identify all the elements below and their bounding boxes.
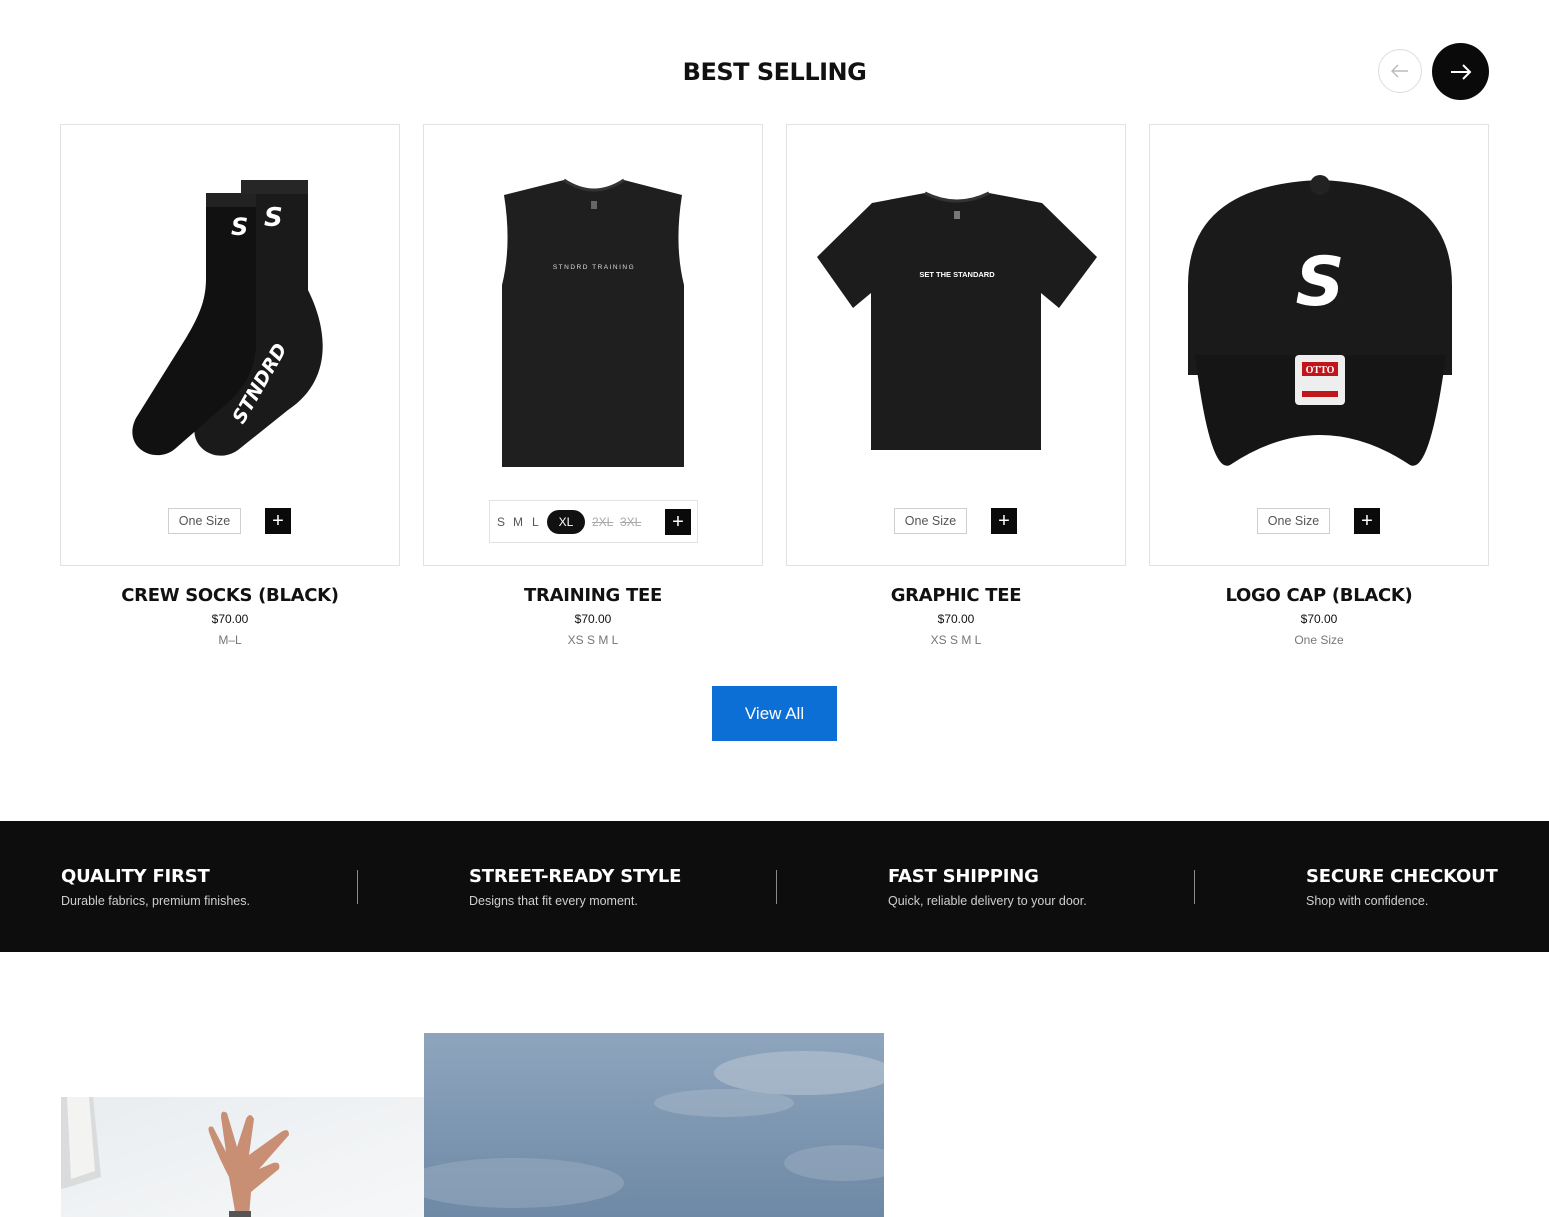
product-name[interactable]: TRAINING TEE: [423, 585, 763, 606]
feature-style: STREET-READY STYLE Designs that fit ever…: [469, 866, 681, 908]
size-2xl[interactable]: 2XL: [592, 515, 613, 529]
sock-logo: S: [264, 203, 283, 233]
lifestyle-photo-hand: [61, 1097, 424, 1217]
product-image[interactable]: STNDRD TRAINING: [424, 125, 764, 495]
product-name[interactable]: LOGO CAP (BLACK): [1149, 585, 1489, 606]
feature-description: Durable fabrics, premium finishes.: [61, 894, 250, 908]
sock-logo-back: S: [231, 213, 248, 241]
feature-description: Shop with confidence.: [1306, 894, 1429, 908]
carousel-prev-button[interactable]: [1378, 49, 1422, 93]
product-price: $70.00: [937, 612, 975, 626]
cap-tag: OTTO: [1306, 365, 1335, 376]
product-sizes: One Size: [1294, 633, 1344, 647]
size-selector: S M L XL 2XL 3XL +: [489, 500, 698, 543]
product-card[interactable]: S OTTO One Size +: [1149, 124, 1489, 566]
product-info: CREW SOCKS (BLACK) $70.00 M–L: [60, 585, 400, 647]
size-3xl[interactable]: 3XL: [620, 515, 641, 529]
add-to-cart-button[interactable]: +: [1354, 508, 1380, 534]
view-all-button[interactable]: View All: [712, 686, 837, 741]
product-image[interactable]: S S STNDRD: [61, 125, 401, 495]
product-card[interactable]: S S STNDRD One Size +: [60, 124, 400, 566]
product-price: $70.00: [1300, 612, 1338, 626]
divider: [357, 870, 358, 904]
size-option[interactable]: One Size: [168, 508, 241, 534]
add-to-cart-button[interactable]: +: [991, 508, 1017, 534]
product-sizes: M–L: [218, 633, 242, 647]
tee-print: SET THE STANDARD: [919, 270, 995, 279]
cap-logo: S: [1296, 243, 1345, 322]
size-l[interactable]: L: [532, 515, 539, 529]
feature-checkout: SECURE CHECKOUT Shop with confidence.: [1306, 866, 1498, 908]
product-info: LOGO CAP (BLACK) $70.00 One Size: [1149, 585, 1489, 647]
size-m[interactable]: M: [513, 515, 523, 529]
arrow-left-icon: [1391, 64, 1408, 78]
product-name[interactable]: CREW SOCKS (BLACK): [60, 585, 400, 606]
product-card[interactable]: STNDRD TRAINING S M L XL 2XL 3XL +: [423, 124, 763, 566]
size-s[interactable]: S: [497, 515, 505, 529]
divider: [1194, 870, 1195, 904]
section-title: BEST SELLING: [682, 58, 867, 86]
product-price: $70.00: [211, 612, 249, 626]
add-to-cart-button[interactable]: +: [665, 509, 691, 535]
lifestyle-photo-sky: [424, 1033, 884, 1217]
feature-quality: QUALITY FIRST Durable fabrics, premium f…: [61, 866, 250, 908]
feature-description: Designs that fit every moment.: [469, 894, 638, 908]
product-card[interactable]: SET THE STANDARD One Size +: [786, 124, 1126, 566]
product-info: GRAPHIC TEE $70.00 XS S M L: [786, 585, 1126, 647]
product-info: TRAINING TEE $70.00 XS S M L: [423, 585, 763, 647]
product-sizes: XS S M L: [567, 633, 619, 647]
features-band: QUALITY FIRST Durable fabrics, premium f…: [0, 821, 1549, 952]
size-xl-selected[interactable]: XL: [547, 510, 585, 534]
feature-title: QUALITY FIRST: [61, 866, 210, 887]
product-name[interactable]: GRAPHIC TEE: [786, 585, 1126, 606]
add-to-cart-button[interactable]: +: [265, 508, 291, 534]
carousel-next-button[interactable]: [1432, 43, 1489, 100]
size-option[interactable]: One Size: [1257, 508, 1330, 534]
product-image[interactable]: SET THE STANDARD: [787, 125, 1127, 495]
feature-shipping: FAST SHIPPING Quick, reliable delivery t…: [888, 866, 1087, 908]
feature-description: Quick, reliable delivery to your door.: [888, 894, 1087, 908]
size-option[interactable]: One Size: [894, 508, 967, 534]
product-image[interactable]: S OTTO: [1150, 125, 1490, 495]
product-sizes: XS S M L: [930, 633, 982, 647]
feature-title: STREET-READY STYLE: [469, 866, 682, 887]
divider: [776, 870, 777, 904]
feature-title: FAST SHIPPING: [888, 866, 1039, 887]
feature-title: SECURE CHECKOUT: [1306, 866, 1498, 887]
arrow-right-icon: [1450, 63, 1471, 80]
product-price: $70.00: [574, 612, 612, 626]
tee-print: STNDRD TRAINING: [553, 264, 635, 271]
